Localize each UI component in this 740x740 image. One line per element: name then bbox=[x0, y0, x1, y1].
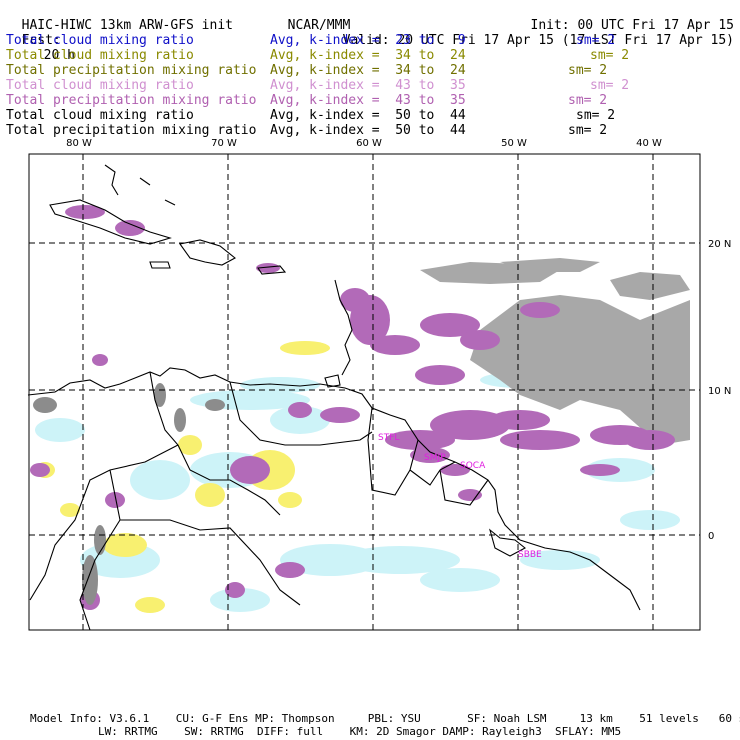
weather-map: 80 W 70 W 60 W 50 W 40 W 20 N 10 N 0 STFL SMJP SO… bbox=[27, 138, 731, 631]
lon-label: 50 W bbox=[501, 138, 527, 149]
purple-precip-area bbox=[415, 365, 465, 385]
purple-precip-area bbox=[288, 402, 312, 418]
purple-precip-area bbox=[460, 330, 500, 350]
cyan-cloud-area bbox=[130, 460, 190, 500]
lon-label: 80 W bbox=[66, 138, 92, 149]
purple-precip-area bbox=[520, 302, 560, 318]
dark-precip-area bbox=[174, 408, 186, 432]
lat-label: 20 N bbox=[708, 239, 731, 250]
yellow-cloud-area bbox=[280, 341, 330, 355]
purple-precip-area bbox=[230, 456, 270, 484]
purple-precip-area bbox=[500, 430, 580, 450]
forecast-fields bbox=[30, 205, 690, 613]
cyan-cloud-area bbox=[35, 418, 85, 442]
purple-precip-area bbox=[580, 464, 620, 476]
yellow-cloud-area bbox=[278, 492, 302, 508]
cyan-cloud-area bbox=[420, 568, 500, 592]
hispaniola-coast bbox=[179, 239, 236, 266]
cyan-cloud-area bbox=[620, 510, 680, 530]
lat-label: 10 N bbox=[708, 386, 731, 397]
purple-precip-area bbox=[370, 335, 420, 355]
station-label-stfl: STFL bbox=[378, 433, 399, 443]
station-label-smjp: SMJP bbox=[424, 453, 446, 463]
lon-label: 60 W bbox=[356, 138, 382, 149]
yellow-cloud-area bbox=[195, 483, 225, 507]
dark-precip-area bbox=[94, 525, 106, 555]
purple-precip-area bbox=[458, 489, 482, 501]
cuba-coast bbox=[49, 199, 172, 245]
bahamas-coast bbox=[104, 164, 176, 206]
lat-label: 0 bbox=[708, 531, 714, 542]
model-info-line2: LW: RRTMG SW: RRTMG DIFF: full KM: 2D Sm… bbox=[98, 725, 622, 738]
purple-precip-area bbox=[92, 354, 108, 366]
jamaica-coast bbox=[149, 261, 171, 269]
trinidad-coast bbox=[324, 374, 341, 388]
lon-label: 40 W bbox=[636, 138, 662, 149]
purple-precip-area bbox=[320, 407, 360, 423]
purple-precip-area bbox=[275, 562, 305, 578]
lon-label: 70 W bbox=[211, 138, 237, 149]
dark-precip-area bbox=[205, 399, 225, 411]
dark-precip-area bbox=[82, 555, 98, 605]
purple-precip-area bbox=[30, 463, 50, 477]
dark-precip-area bbox=[33, 397, 57, 413]
gray-cloud-band bbox=[610, 272, 690, 300]
model-info-line1: Model Info: V3.6.1 CU: G-F Ens MP: Thomp… bbox=[30, 712, 740, 725]
purple-precip-area bbox=[490, 410, 550, 430]
yellow-cloud-area bbox=[135, 597, 165, 613]
station-label-sbbe: SBBE bbox=[518, 550, 542, 560]
purple-precip-area bbox=[625, 430, 675, 450]
station-label-soca: SOCA bbox=[460, 461, 486, 471]
